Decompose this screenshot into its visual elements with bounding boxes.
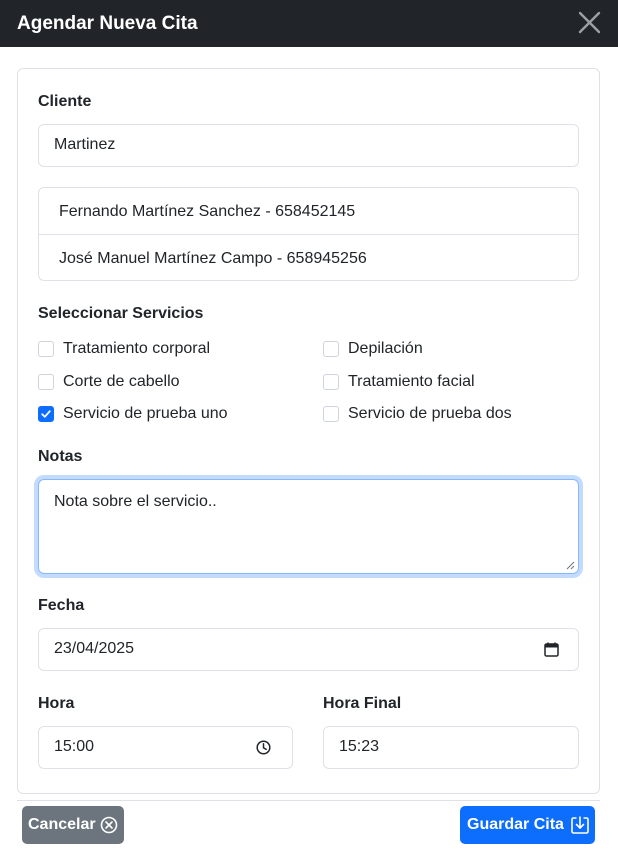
service-checkbox-corte-de-cabello[interactable]: Corte de cabello [38,372,298,392]
checkbox[interactable] [323,374,339,390]
checkbox[interactable] [38,341,54,357]
clock-icon[interactable] [256,740,271,755]
appointment-form-card [17,68,600,794]
service-checkbox-depilacion[interactable]: Depilación [323,339,563,359]
start-time-label: Hora [38,695,75,712]
client-search-value: Martinez [54,136,116,153]
end-time-input[interactable]: 15:23 [323,726,579,769]
service-label: Servicio de prueba uno [63,405,228,422]
notes-value: Nota sobre el servicio.. [54,493,217,510]
end-time-value: 15:23 [339,738,380,755]
end-time-label: Hora Final [323,695,402,712]
service-label: Depilación [348,340,423,357]
footer-divider [17,800,600,801]
date-value: 23/04/2025 [54,640,135,657]
date-label: Fecha [38,597,85,614]
services-label: Seleccionar Servicios [38,305,204,322]
close-icon [578,11,601,34]
service-label: Tratamiento facial [348,373,475,390]
cancel-button-label: Cancelar [28,816,96,833]
checkbox[interactable] [38,374,54,390]
client-label: Cliente [38,93,92,110]
service-checkbox-prueba-uno[interactable]: Servicio de prueba uno [38,404,298,424]
close-button[interactable] [574,8,606,38]
save-appointment-button[interactable]: Guardar Cita [460,806,595,844]
service-checkbox-prueba-dos[interactable]: Servicio de prueba dos [323,404,563,424]
start-time-input[interactable]: 15:00 [38,726,293,769]
client-search-input[interactable]: Martinez [38,124,579,167]
service-label: Tratamiento corporal [63,340,211,357]
checkbox[interactable] [323,406,339,422]
checkbox-checked[interactable] [38,406,54,422]
service-checkbox-tratamiento-facial[interactable]: Tratamiento facial [323,372,563,392]
save-button-label: Guardar Cita [467,816,564,833]
resize-grip-icon[interactable] [565,560,575,570]
download-box-icon [571,816,589,834]
modal-header: Agendar Nueva Cita [0,0,618,47]
calendar-icon[interactable] [544,642,559,657]
service-label: Corte de cabello [63,373,180,390]
service-label: Servicio de prueba dos [348,405,512,422]
client-suggestion-list: Fernando Martínez Sanchez - 658452145 Jo… [38,187,579,281]
modal-title: Agendar Nueva Cita [17,13,198,34]
notes-label: Notas [38,448,83,465]
client-suggestion-item[interactable]: José Manuel Martínez Campo - 658945256 [39,234,578,280]
checkbox[interactable] [323,341,339,357]
start-time-value: 15:00 [54,738,95,755]
notes-textarea[interactable]: Nota sobre el servicio.. [38,479,579,574]
service-checkbox-tratamiento-corporal[interactable]: Tratamiento corporal [38,339,298,359]
circle-x-icon [100,816,118,834]
client-suggestion-item[interactable]: Fernando Martínez Sanchez - 658452145 [39,188,578,234]
cancel-button[interactable]: Cancelar [22,806,124,844]
date-input[interactable]: 23/04/2025 [38,628,579,671]
check-icon [41,410,51,418]
